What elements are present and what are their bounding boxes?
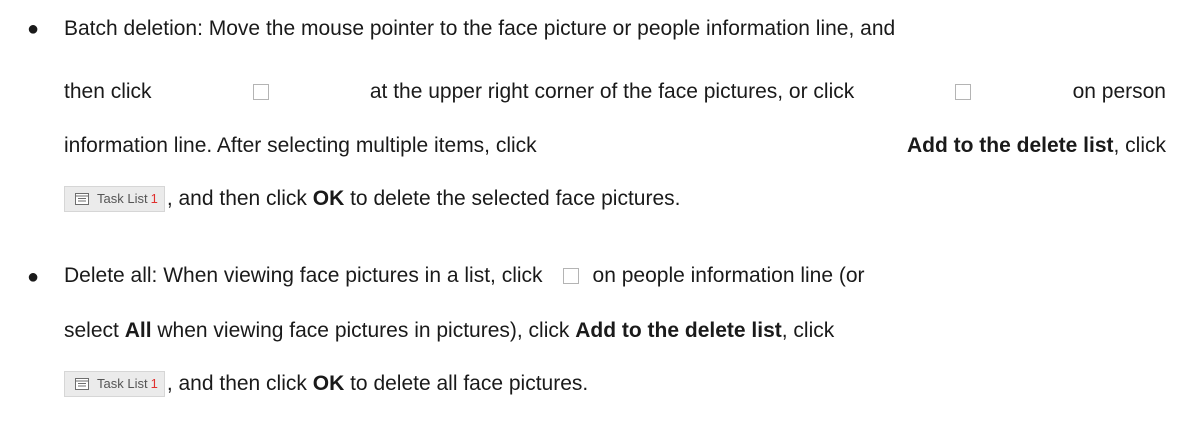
people-line-checkbox-icon <box>562 268 579 284</box>
delete-all-text-2c: , click <box>781 319 835 342</box>
batch-deletion-text-2c: on person <box>1072 80 1166 103</box>
task-list-button-image: Task List 1 <box>64 186 165 213</box>
batch-deletion-text-4a: , and then click <box>166 187 307 210</box>
bullet-delete-all: ● <box>27 266 40 288</box>
all-text: All <box>124 319 152 342</box>
ok-text-2: OK <box>312 372 345 395</box>
batch-deletion-line-1: Batch deletion: Move the mouse pointer t… <box>64 16 1166 42</box>
task-list-count: 1 <box>150 191 158 207</box>
delete-all-text-1a: Delete all: When viewing face pictures i… <box>64 264 543 287</box>
delete-all-text-2b: when viewing face pictures in pictures),… <box>157 319 570 342</box>
task-list-button-image-2: Task List 1 <box>64 371 165 398</box>
batch-deletion-text-3b: , click <box>1113 134 1167 157</box>
list-icon <box>75 378 89 391</box>
delete-all-text-3b: to delete all face pictures. <box>350 372 589 395</box>
delete-all-line-1: Delete all: When viewing face pictures i… <box>64 263 865 289</box>
batch-deletion-text-1: Batch deletion: Move the mouse pointer t… <box>64 17 896 40</box>
add-to-delete-list-text-2: Add to the delete list <box>575 319 782 342</box>
task-list-count-2: 1 <box>150 376 158 392</box>
person-line-checkbox-icon <box>955 84 972 100</box>
batch-deletion-text-3a: information line. After selecting multip… <box>64 134 537 157</box>
batch-deletion-line-3: information line. After selecting multip… <box>64 133 1166 159</box>
ok-text: OK <box>312 187 345 210</box>
delete-all-line-3: Task List 1 , and then click OK to delete… <box>64 371 589 398</box>
batch-deletion-text-2b: at the upper right corner of the face pi… <box>369 80 855 103</box>
list-icon <box>75 193 89 206</box>
bullet-batch-deletion: ● <box>27 18 40 40</box>
batch-deletion-text-2a: then click <box>64 80 152 103</box>
delete-all-text-1b: on people information line (or <box>592 264 865 287</box>
add-to-delete-list-text: Add to the delete list <box>906 134 1114 157</box>
delete-all-text-2a: select <box>64 319 119 342</box>
delete-all-line-2: select All when viewing face pictures in… <box>64 318 834 344</box>
delete-all-text-3a: , and then click <box>166 372 307 395</box>
task-list-label: Task List <box>97 191 148 207</box>
batch-deletion-text-4b: to delete the selected face pictures. <box>350 187 681 210</box>
task-list-label-2: Task List <box>97 376 148 392</box>
face-picture-checkbox-icon <box>252 84 269 100</box>
batch-deletion-line-4: Task List 1 , and then click OK to delete… <box>64 186 681 213</box>
batch-deletion-line-2: then click at the upper right corner of … <box>64 79 1166 105</box>
